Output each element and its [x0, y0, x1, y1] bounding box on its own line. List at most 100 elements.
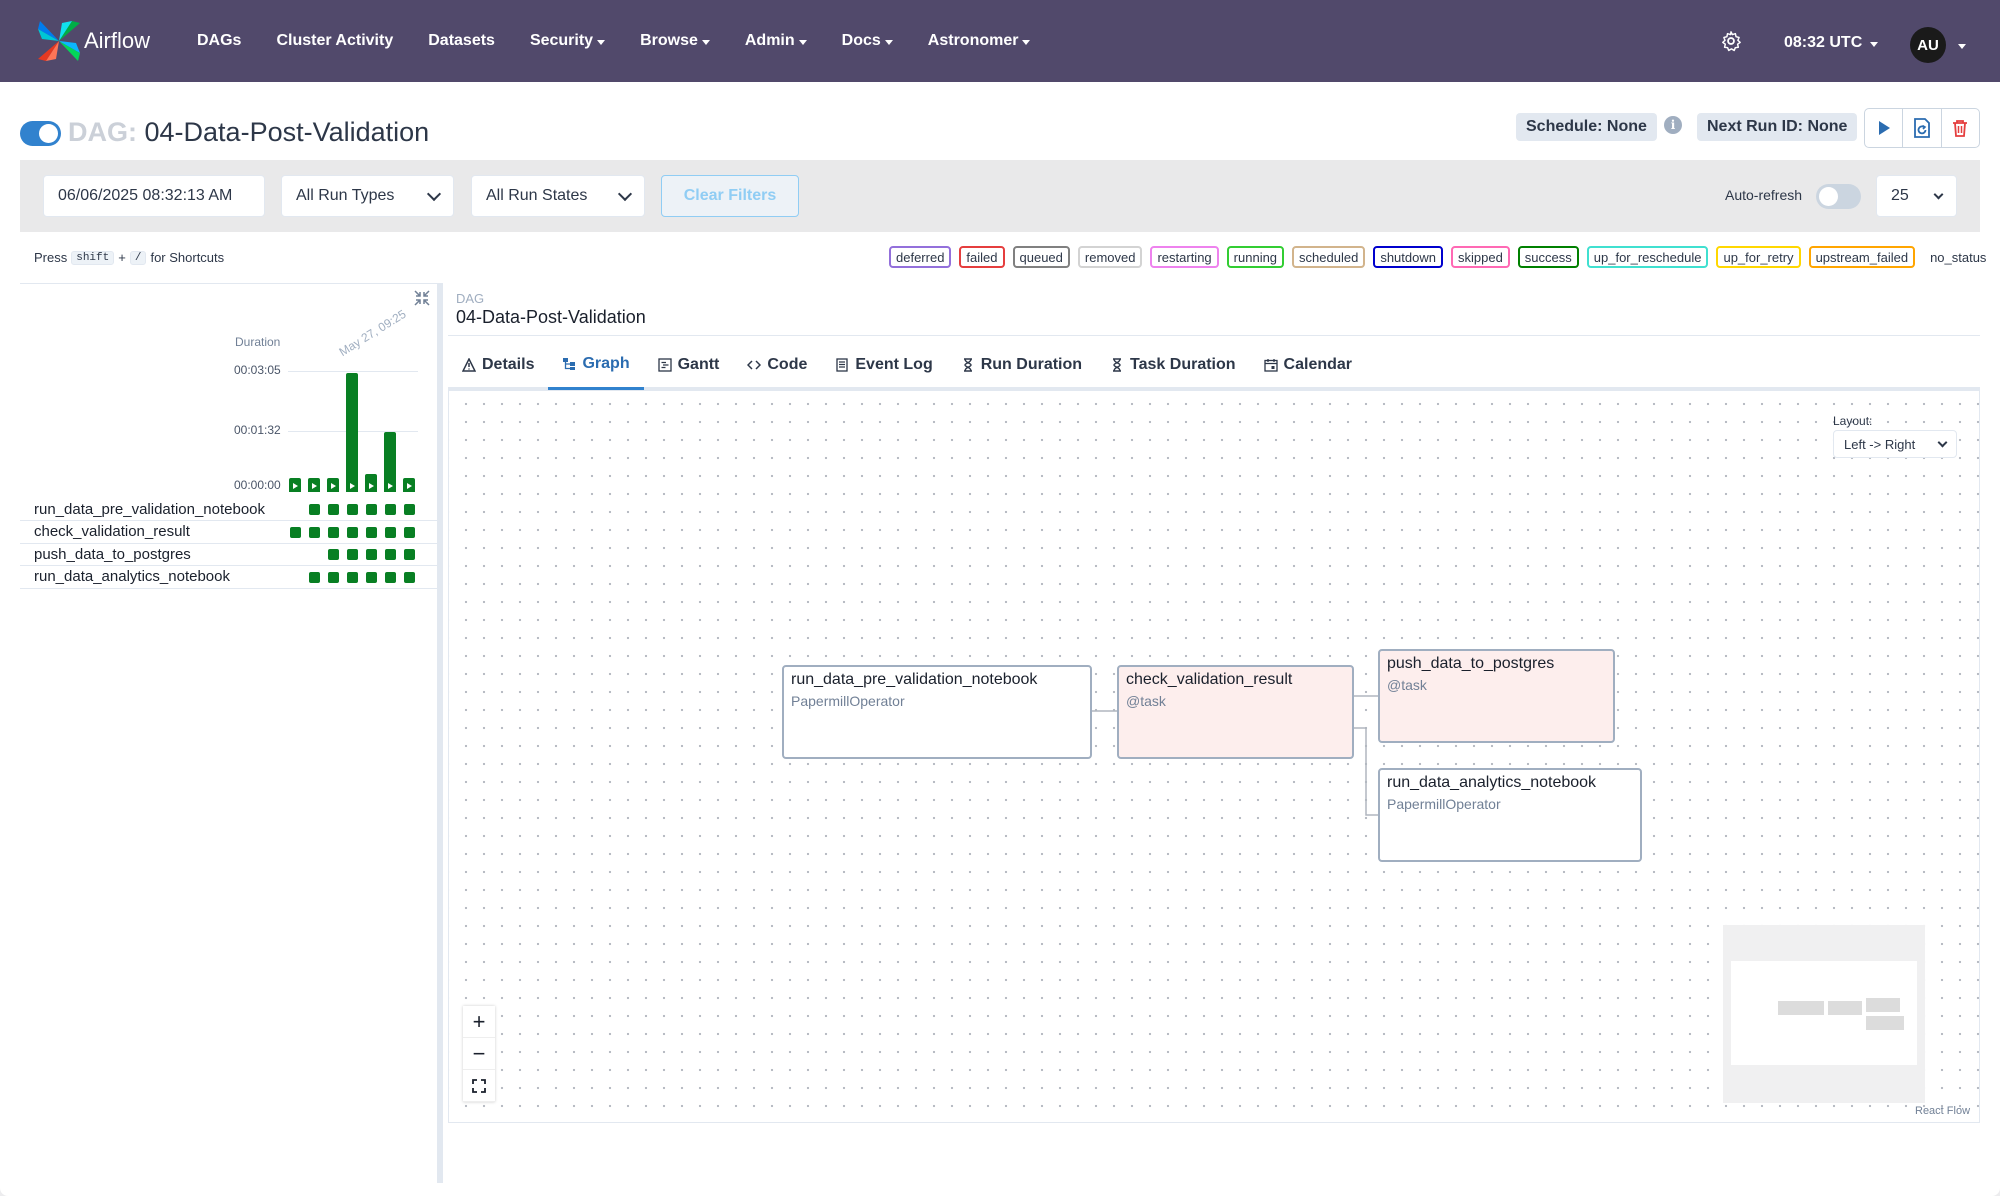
run-bar[interactable]: [327, 478, 339, 492]
nav-item-dags[interactable]: DAGs: [197, 32, 241, 50]
tab-code[interactable]: Code: [733, 340, 821, 390]
auto-refresh-toggle[interactable]: [1816, 184, 1861, 209]
run-bar[interactable]: [308, 478, 320, 492]
task-instance-cell[interactable]: [404, 571, 415, 583]
task-instance-cell[interactable]: [404, 504, 415, 515]
tab-event-log[interactable]: Event Log: [821, 340, 946, 390]
nav-item-browse[interactable]: Browse: [640, 32, 710, 50]
user-avatar[interactable]: AU: [1910, 27, 1946, 63]
tab-task-duration[interactable]: Task Duration: [1096, 340, 1250, 390]
task-instance-cell[interactable]: [328, 526, 339, 538]
task-instance-cell[interactable]: [347, 526, 358, 538]
task-node[interactable]: run_data_analytics_notebook PapermillOpe…: [1378, 768, 1642, 862]
task-instance-cell[interactable]: [404, 549, 415, 560]
nav-item-label: Docs: [841, 32, 881, 49]
tab-run-duration[interactable]: Run Duration: [947, 340, 1096, 390]
page-size-select[interactable]: 25: [1876, 175, 1957, 217]
legend-success[interactable]: success: [1517, 246, 1579, 268]
task-node[interactable]: run_data_pre_validation_notebook Papermi…: [782, 665, 1092, 759]
nav-item-label: Security: [529, 32, 594, 49]
task-instance-cell[interactable]: [366, 571, 377, 583]
nav-item-security[interactable]: Security: [529, 32, 606, 50]
gear-icon[interactable]: [1720, 30, 1742, 52]
task-instance-cell[interactable]: [347, 549, 358, 560]
dag-pause-toggle[interactable]: [20, 121, 61, 146]
legend-removed[interactable]: removed: [1077, 246, 1143, 268]
task-instance-cell[interactable]: [328, 571, 339, 583]
run-bar[interactable]: [403, 478, 415, 492]
run-bar[interactable]: [346, 373, 358, 492]
chevron-down-icon[interactable]: [1958, 44, 1966, 49]
task-instance-cell[interactable]: [347, 504, 358, 515]
task-operator: @task: [1387, 677, 1427, 693]
legend-queued[interactable]: queued: [1012, 246, 1070, 268]
nav-item-cluster-activity[interactable]: Cluster Activity: [276, 32, 393, 50]
task-instance-cell[interactable]: [309, 571, 320, 583]
reparse-dag-button[interactable]: [1903, 109, 1942, 147]
collapse-grid-icon[interactable]: [413, 289, 431, 307]
legend-no-status[interactable]: no_status: [1923, 246, 1993, 268]
task-instance-cell[interactable]: [366, 526, 377, 538]
legend-failed[interactable]: failed: [959, 246, 1005, 268]
task-instance-cell[interactable]: [385, 549, 396, 560]
task-instance-cell[interactable]: [385, 504, 396, 515]
brand-name[interactable]: Airflow: [84, 28, 150, 54]
task-instance-cell[interactable]: [366, 504, 377, 515]
chevron-down-icon: [1933, 189, 1944, 200]
layout-select[interactable]: Left -> Right: [1833, 430, 1957, 458]
play-icon: [1878, 121, 1890, 135]
info-icon[interactable]: i: [1664, 116, 1682, 134]
fit-view-button[interactable]: [463, 1070, 495, 1102]
clear-filters-button[interactable]: Clear Filters: [661, 175, 799, 217]
task-instance-cell[interactable]: [385, 571, 396, 583]
dag-name[interactable]: 04-Data-Post-Validation: [145, 117, 430, 147]
graph-minimap[interactable]: [1723, 925, 1925, 1103]
legend-skipped[interactable]: skipped: [1450, 246, 1510, 268]
task-instance-cell[interactable]: [404, 526, 415, 538]
zoom-out-button[interactable]: −: [463, 1038, 495, 1070]
legend-deferred[interactable]: deferred: [889, 246, 952, 268]
task-instance-cell[interactable]: [290, 526, 301, 538]
legend-upstream-failed[interactable]: upstream_failed: [1808, 246, 1916, 268]
run-bar[interactable]: [365, 474, 377, 492]
nav-item-admin[interactable]: Admin: [745, 32, 807, 50]
zoom-in-button[interactable]: +: [463, 1006, 495, 1038]
legend-shutdown[interactable]: shutdown: [1373, 246, 1443, 268]
task-instance-cell[interactable]: [328, 549, 339, 560]
trigger-dag-button[interactable]: [1865, 109, 1904, 147]
run-bar[interactable]: [289, 478, 301, 492]
nav-item-docs[interactable]: Docs: [842, 32, 893, 50]
task-instance-cell[interactable]: [385, 526, 396, 538]
task-name: run_data_analytics_notebook: [1387, 774, 1597, 791]
react-flow-attribution[interactable]: React Flow: [1915, 1105, 1970, 1117]
legend-up-for-reschedule[interactable]: up_for_reschedule: [1586, 246, 1709, 268]
tab-gantt[interactable]: Gantt: [644, 340, 734, 390]
tab-details[interactable]: Details: [448, 340, 548, 390]
task-instance-cell[interactable]: [309, 504, 320, 515]
task-row-name: run_data_pre_validation_notebook: [34, 500, 266, 518]
task-instance-cell[interactable]: [347, 571, 358, 583]
airflow-logo-icon[interactable]: [36, 19, 82, 63]
panel-resize-handle[interactable]: [437, 283, 443, 1183]
task-node[interactable]: check_validation_result @task: [1117, 665, 1354, 759]
legend-restarting[interactable]: restarting: [1150, 246, 1219, 268]
tab-graph[interactable]: Graph: [548, 340, 644, 390]
task-node[interactable]: push_data_to_postgres @task: [1378, 649, 1615, 743]
legend-running[interactable]: running: [1226, 246, 1285, 268]
legend-scheduled[interactable]: scheduled: [1292, 246, 1366, 268]
tab-calendar[interactable]: Calendar: [1250, 340, 1366, 390]
run-type-select[interactable]: All Run Types: [281, 175, 454, 217]
task-instance-cell[interactable]: [366, 549, 377, 560]
task-instance-cell[interactable]: [309, 526, 320, 538]
task-instance-cell[interactable]: [328, 504, 339, 515]
run-state-select[interactable]: All Run States: [471, 175, 645, 217]
delete-dag-button[interactable]: [1942, 109, 1979, 147]
run-bar[interactable]: [384, 432, 396, 492]
auto-refresh-label: Auto-refresh: [1725, 187, 1803, 203]
tab-label: Calendar: [1283, 356, 1353, 373]
nav-item-astronomer[interactable]: Astronomer: [928, 32, 1031, 50]
nav-item-datasets[interactable]: Datasets: [428, 32, 495, 50]
timezone-dropdown[interactable]: 08:32 UTC: [1784, 34, 1879, 52]
legend-up-for-retry[interactable]: up_for_retry: [1716, 246, 1801, 268]
execution-date-input[interactable]: 06/06/2025 08:32:13 AM: [43, 175, 265, 217]
